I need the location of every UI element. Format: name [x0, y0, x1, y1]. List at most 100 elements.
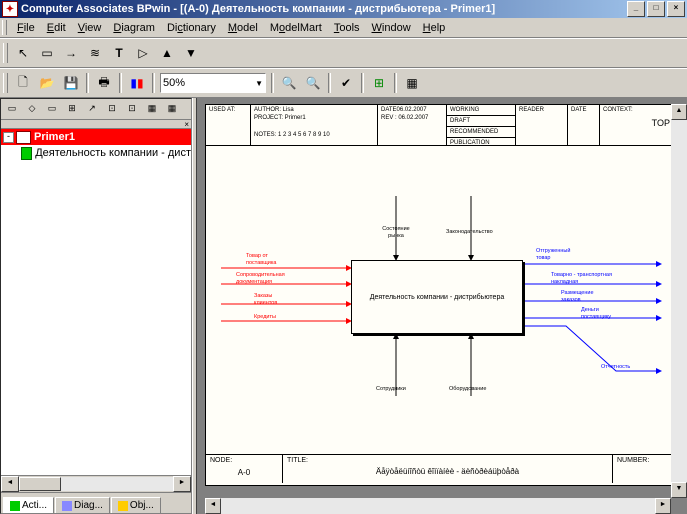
toolbar-grip[interactable] — [3, 43, 8, 63]
hdr-date-block: DATE06.02.2007 REV : 06.02.2007 — [378, 105, 447, 145]
canvas[interactable]: USED AT: AUTHOR: Lisa PROJECT: Primer1 N… — [197, 98, 687, 514]
toolbar-file: 🗋 📂 💾 🖶 ▮▮ 50%▼ 🔍 🔍 ✔ ⊞ ▦ — [0, 68, 687, 98]
report-button[interactable]: ▦ — [401, 72, 423, 94]
label-in1: Товар отпоставщика — [246, 253, 276, 267]
tree-tabs: Acti... Diag... Obj... — [1, 492, 191, 513]
ftr-title: TITLE: Äåÿòåëüíîñòü êîìïàíèè - äèñòðèáüþ… — [283, 455, 613, 483]
tree-button[interactable]: ⊞ — [368, 72, 390, 94]
menu-dictionary[interactable]: Dictionary — [161, 20, 222, 36]
tree-tool-5[interactable]: ↗ — [83, 100, 101, 118]
tree-child[interactable]: Деятельность компании - дист — [1, 145, 191, 161]
label-out1: Отгруженныйтовар — [536, 248, 570, 262]
label-in4: Кредиты — [254, 314, 276, 321]
activity-icon — [21, 147, 32, 160]
tab-diagrams[interactable]: Diag... — [55, 497, 110, 513]
close-button[interactable]: × — [667, 1, 685, 17]
up-tool[interactable]: ▼ — [180, 42, 202, 64]
maximize-button[interactable]: □ — [647, 1, 665, 17]
canvas-hscroll[interactable]: ◄► — [205, 498, 671, 514]
check-button[interactable]: ✔ — [335, 72, 357, 94]
zoom-combo[interactable]: 50%▼ — [160, 73, 266, 93]
app-icon: ✦ — [2, 1, 18, 17]
label-out3: Размещениезаказов — [561, 290, 594, 304]
menu-diagram[interactable]: Diagram — [107, 20, 161, 36]
text-tool[interactable]: T — [108, 42, 130, 64]
tree-tool-6[interactable]: ⊡ — [103, 100, 121, 118]
toolbar-shapes: ↖ ▭ → ≋ T ▷ ▲ ▼ — [0, 38, 687, 68]
tree-tool-1[interactable]: ▭ — [3, 100, 21, 118]
tree-tool-9[interactable]: ▦ — [163, 100, 181, 118]
collapse-icon[interactable]: - — [3, 132, 14, 143]
down-tool[interactable]: ▲ — [156, 42, 178, 64]
menu-view[interactable]: View — [72, 20, 108, 36]
tab-objects[interactable]: Obj... — [111, 497, 161, 513]
diagram-paper: USED AT: AUTHOR: Lisa PROJECT: Primer1 N… — [205, 104, 677, 486]
new-button[interactable]: 🗋 — [12, 72, 34, 94]
tree-root-label: Primer1 — [34, 131, 75, 143]
zoom-in-button[interactable]: 🔍 — [278, 72, 300, 94]
pencil-tool[interactable]: ▷ — [132, 42, 154, 64]
hdr-usedat: USED AT: — [206, 105, 251, 145]
open-button[interactable]: 📂 — [36, 72, 58, 94]
squiggle-tool[interactable]: ≋ — [84, 42, 106, 64]
tree-tool-3[interactable]: ▭ — [43, 100, 61, 118]
menu-model[interactable]: Model — [222, 20, 264, 36]
tree-tool-4[interactable]: ⊞ — [63, 100, 81, 118]
zoom-value: 50% — [163, 77, 185, 89]
menu-window[interactable]: Window — [366, 20, 417, 36]
tree-hscroll[interactable]: ◄ ► — [1, 475, 191, 492]
tree-body[interactable]: - ✦ Primer1 Деятельность компании - дист — [1, 129, 191, 475]
print-button[interactable]: 🖶 — [93, 72, 115, 94]
menu-bar: File Edit View Diagram Dictionary Model … — [0, 18, 687, 38]
toolbar-grip-2[interactable] — [3, 73, 8, 93]
explorer-button[interactable]: ▮▮ — [126, 72, 148, 94]
tree-toolbar: ▭ ◇ ▭ ⊞ ↗ ⊡ ⊡ ▦ ▦ — [1, 99, 191, 120]
pointer-tool[interactable]: ↖ — [12, 42, 34, 64]
diagram-area[interactable]: Деятельность компании - дистрибьютера То… — [206, 146, 676, 454]
minimize-button[interactable]: _ — [627, 1, 645, 17]
diagram-header: USED AT: AUTHOR: Lisa PROJECT: Primer1 N… — [206, 105, 676, 146]
menu-file[interactable]: File — [11, 20, 41, 36]
label-in2: Сопроводительнаядокументация — [236, 272, 285, 286]
tree-tool-7[interactable]: ⊡ — [123, 100, 141, 118]
tree-tool-8[interactable]: ▦ — [143, 100, 161, 118]
tree-tool-2[interactable]: ◇ — [23, 100, 41, 118]
tree-child-label: Деятельность компании - дист — [35, 147, 191, 159]
ftr-number: NUMBER: — [613, 455, 676, 483]
ftr-node: NODE: A-0 — [206, 455, 283, 483]
menu-modelmart[interactable]: ModelMart — [264, 20, 328, 36]
label-bot2: Оборудование — [449, 386, 486, 393]
scroll-right[interactable]: ► — [173, 476, 191, 492]
workspace: ▭ ◇ ▭ ⊞ ↗ ⊡ ⊡ ▦ ▦ × - ✦ Primer1 Деятельн… — [0, 98, 687, 514]
scroll-left[interactable]: ◄ — [1, 476, 19, 492]
menu-tools[interactable]: Tools — [328, 20, 366, 36]
tree-root[interactable]: - ✦ Primer1 — [1, 129, 191, 145]
title-bar: ✦ Computer Associates BPwin - [(A-0) Дея… — [0, 0, 687, 18]
box-tool[interactable]: ▭ — [36, 42, 58, 64]
menu-grip[interactable] — [2, 20, 7, 35]
tab-activities[interactable]: Acti... — [3, 497, 54, 513]
zoom-out-button[interactable]: 🔍 — [302, 72, 324, 94]
activity-box[interactable]: Деятельность компании - дистрибьютера — [351, 260, 523, 334]
label-top1: Состояниерынка — [376, 226, 416, 240]
label-out5: Отчетность — [601, 364, 630, 371]
window-title: Computer Associates BPwin - [(A-0) Деяте… — [21, 3, 495, 15]
hdr-reader: READER — [516, 105, 568, 145]
tree-close[interactable]: × — [1, 120, 191, 129]
save-button[interactable]: 💾 — [60, 72, 82, 94]
label-out2: Товарно - транспортнаянакладная — [551, 272, 612, 286]
hdr-author-block: AUTHOR: Lisa PROJECT: Primer1 NOTES: 1 2… — [251, 105, 378, 145]
canvas-vscroll[interactable]: ▲▼ — [671, 104, 687, 498]
arrow-tool[interactable]: → — [60, 42, 82, 64]
hdr-status-block: WORKING DRAFT RECOMMENDED PUBLICATION — [447, 105, 516, 145]
label-top2: Законодательство — [446, 229, 493, 236]
menu-help[interactable]: Help — [417, 20, 452, 36]
label-out4: Деньгипоставщику — [581, 307, 611, 321]
diagram-footer: NODE: A-0 TITLE: Äåÿòåëüíîñòü êîìïàíèè -… — [206, 454, 676, 483]
menu-edit[interactable]: Edit — [41, 20, 72, 36]
tree-pane: ▭ ◇ ▭ ⊞ ↗ ⊡ ⊡ ▦ ▦ × - ✦ Primer1 Деятельн… — [0, 98, 192, 514]
label-in3: Заказыклиентов — [254, 293, 277, 307]
scroll-thumb[interactable] — [19, 477, 61, 491]
hdr-datecol: DATE — [568, 105, 600, 145]
model-icon: ✦ — [16, 131, 31, 144]
